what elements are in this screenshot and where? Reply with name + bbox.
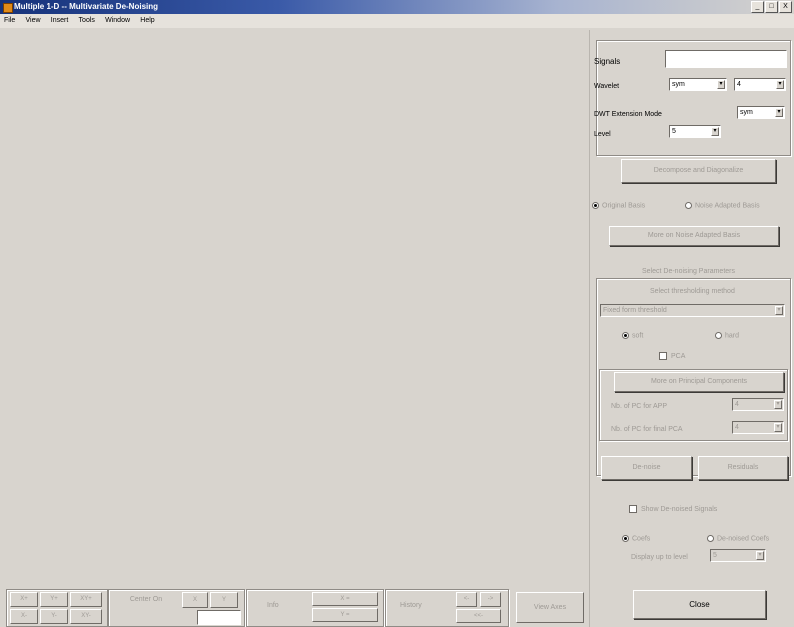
signals-label: Signals xyxy=(594,57,621,66)
more-noise-basis-button[interactable]: More on Noise Adapted Basis xyxy=(609,226,779,246)
pc-app-label: Nb. of PC for APP xyxy=(611,403,668,410)
select-method-label: Select thresholding method xyxy=(650,288,735,295)
radio-icon xyxy=(715,332,722,339)
axes-toolbar: X+ Y+ XY+ X- Y- XY- Center On X Y Info X… xyxy=(0,587,588,627)
radio-icon xyxy=(685,202,692,209)
minimize-button[interactable]: _ xyxy=(751,1,764,13)
pc-app-select[interactable]: 4 ▾ xyxy=(732,398,784,411)
zoom-xy-plus-button[interactable]: XY+ xyxy=(70,592,102,607)
center-x-button[interactable]: X xyxy=(182,592,208,608)
level-select[interactable]: 5 ▾ xyxy=(669,125,721,138)
dropdown-arrow-icon: ▾ xyxy=(775,108,783,117)
dropdown-arrow-icon: ▾ xyxy=(775,306,783,315)
info-label: Info xyxy=(267,602,279,609)
view-axes-button[interactable]: View Axes xyxy=(516,592,584,623)
denoise-button[interactable]: De-noise xyxy=(601,456,692,480)
decompose-button[interactable]: Decompose and Diagonalize xyxy=(621,159,776,183)
radio-selected-icon xyxy=(592,202,599,209)
matlab-app-icon xyxy=(3,3,13,13)
pc-final-label: Nb. of PC for final PCA xyxy=(611,426,683,433)
noise-basis-radio[interactable]: Noise Adapted Basis xyxy=(685,202,760,209)
close-button[interactable]: Close xyxy=(633,590,766,619)
x-readout: X = xyxy=(312,592,378,606)
wavelet-family-select[interactable]: sym ▾ xyxy=(669,78,727,91)
center-field[interactable] xyxy=(197,610,241,625)
dropdown-arrow-icon: ▾ xyxy=(774,400,782,409)
dropdown-arrow-icon: ▾ xyxy=(776,80,784,89)
dropdown-arrow-icon: ▾ xyxy=(774,423,782,432)
menu-view[interactable]: View xyxy=(22,14,45,28)
menu-file[interactable]: File xyxy=(0,14,19,28)
residuals-button[interactable]: Residuals xyxy=(698,456,788,480)
radio-selected-icon xyxy=(622,535,629,542)
dropdown-arrow-icon: ▾ xyxy=(711,127,719,136)
dropdown-arrow-icon: ▾ xyxy=(756,551,764,560)
radio-selected-icon xyxy=(622,332,629,339)
radio-icon xyxy=(707,535,714,542)
menu-insert[interactable]: Insert xyxy=(47,14,73,28)
level-label: Level xyxy=(594,131,611,138)
maximize-button[interactable]: □ xyxy=(765,1,778,13)
history-forward-button[interactable]: -> xyxy=(480,592,501,607)
original-basis-radio[interactable]: Original Basis xyxy=(592,202,645,209)
menu-help[interactable]: Help xyxy=(136,14,158,28)
show-denoised-checkbox[interactable]: Show De-noised Signals xyxy=(629,505,717,513)
dropdown-arrow-icon: ▾ xyxy=(717,80,725,89)
wavelet-number-select[interactable]: 4 ▾ xyxy=(734,78,786,91)
hard-radio[interactable]: hard xyxy=(715,332,739,339)
close-window-button[interactable]: X xyxy=(779,1,792,13)
zoom-y-minus-button[interactable]: Y- xyxy=(40,609,68,624)
checkbox-icon xyxy=(629,505,637,513)
pc-final-select[interactable]: 4 ▾ xyxy=(732,421,784,434)
zoom-x-minus-button[interactable]: X- xyxy=(10,609,38,624)
dwt-mode-select[interactable]: sym ▾ xyxy=(737,106,785,119)
zoom-x-plus-button[interactable]: X+ xyxy=(10,592,38,607)
history-reset-button[interactable]: <<- xyxy=(456,609,501,623)
threshold-method-select[interactable]: Fixed form threshold ▾ xyxy=(600,304,785,317)
signals-field[interactable] xyxy=(665,50,787,68)
checkbox-icon xyxy=(659,352,667,360)
menu-window[interactable]: Window xyxy=(101,14,134,28)
pca-checkbox[interactable]: PCA xyxy=(659,352,685,360)
history-label: History xyxy=(400,602,422,609)
denoising-params-title: Select De-noising Parameters xyxy=(638,268,739,275)
window-title: Multiple 1-D -- Multivariate De-Noising xyxy=(14,2,159,11)
display-level-select[interactable]: 5 ▾ xyxy=(710,549,766,562)
zoom-xy-minus-button[interactable]: XY- xyxy=(70,609,102,624)
history-back-button[interactable]: <- xyxy=(456,592,477,607)
center-on-label: Center On xyxy=(129,596,163,603)
title-bar: Multiple 1-D -- Multivariate De-Noising … xyxy=(0,0,794,14)
center-y-button[interactable]: Y xyxy=(210,592,238,608)
coefs-radio[interactable]: Coefs xyxy=(622,535,650,542)
dwt-mode-label: DWT Extension Mode xyxy=(594,111,662,118)
soft-radio[interactable]: soft xyxy=(622,332,643,339)
wavelet-label: Wavelet xyxy=(594,83,620,90)
display-level-label: Display up to level xyxy=(631,554,688,561)
menu-tools[interactable]: Tools xyxy=(75,14,99,28)
control-panel: Signals Wavelet sym ▾ 4 ▾ DWT Extension Mo… xyxy=(589,30,794,627)
plot-area xyxy=(0,30,588,586)
denoised-coefs-radio[interactable]: De-noised Coefs xyxy=(707,535,769,542)
y-readout: Y = xyxy=(312,608,378,622)
more-pca-button[interactable]: More on Principal Components xyxy=(614,372,784,392)
zoom-y-plus-button[interactable]: Y+ xyxy=(40,592,68,607)
menu-bar: File View Insert Tools Window Help xyxy=(0,14,794,28)
